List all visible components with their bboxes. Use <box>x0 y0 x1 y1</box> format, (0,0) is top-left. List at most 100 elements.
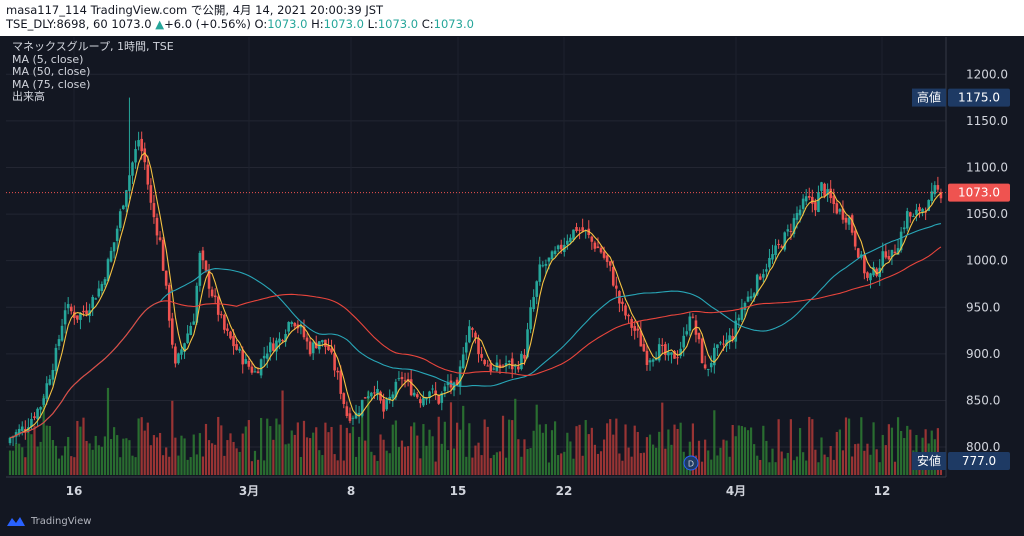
candle-body <box>771 254 774 260</box>
volume-bar <box>532 430 535 475</box>
volume-bar <box>759 459 762 475</box>
volume-bar <box>737 425 740 475</box>
candle-body <box>290 322 294 325</box>
volume-bar <box>866 443 869 475</box>
volume-bar <box>309 438 312 475</box>
candle-body <box>403 380 407 382</box>
volume-bar <box>400 440 404 475</box>
legend-title[interactable]: マネックスグループ, 1時間, TSE <box>12 40 174 54</box>
candle-body <box>483 359 486 365</box>
candle-body <box>700 338 704 364</box>
volume-bar <box>676 428 679 475</box>
candle-body <box>363 397 367 399</box>
volume-bar <box>878 462 881 475</box>
volume-bar <box>826 457 829 475</box>
candle-body <box>235 344 238 350</box>
volume-bar <box>459 429 462 475</box>
candle-body <box>272 343 275 351</box>
volume-bar <box>312 432 315 475</box>
candle-body <box>688 316 692 331</box>
volume-bar <box>88 443 91 475</box>
volume-bar <box>517 439 520 475</box>
close-value: 1073.0 <box>433 17 474 31</box>
candle-body <box>737 317 741 321</box>
volume-bar <box>220 425 223 475</box>
candle-body <box>336 370 339 373</box>
volume-bar <box>572 458 575 475</box>
volume-bar <box>590 427 593 475</box>
volume-bar <box>376 460 379 475</box>
volume-bar <box>906 425 909 475</box>
candle-body <box>486 365 490 367</box>
volume-bar <box>719 447 722 475</box>
volume-bar <box>639 453 642 475</box>
volume-bar <box>832 459 835 475</box>
candle-body <box>480 354 483 358</box>
volume-bar <box>106 387 110 475</box>
volume-bar <box>462 405 465 475</box>
candle-body <box>412 392 416 396</box>
volume-bar <box>388 453 391 475</box>
legend-ma50[interactable]: MA (50, close) <box>12 65 174 79</box>
candle-body <box>66 304 70 309</box>
price-change: +6.0 (+0.56%) <box>164 17 251 31</box>
candle-body <box>517 366 520 370</box>
candle-body <box>936 185 940 190</box>
volume-bar <box>8 450 12 475</box>
volume-bar <box>214 444 217 475</box>
candle-body <box>382 399 385 412</box>
candle-body <box>777 244 780 246</box>
volume-bar <box>802 452 805 475</box>
price-chart[interactable]: 800.0 850.0 900.0 950.0 1000.0 1050.0 1100.0 11… <box>6 37 1020 510</box>
volume-bar <box>97 445 100 475</box>
x-tick-label: 22 <box>556 484 573 498</box>
candle-body <box>259 359 263 376</box>
candle-body <box>538 264 542 282</box>
volume-bar <box>152 435 156 475</box>
volume-bar <box>109 439 113 475</box>
candle-body <box>786 229 790 232</box>
candle-body <box>765 269 768 272</box>
tradingview-logo[interactable]: TradingView <box>6 515 91 527</box>
candle-body <box>161 239 165 271</box>
candle-body <box>223 314 226 330</box>
candle-body <box>817 192 820 213</box>
volume-bar <box>667 429 670 475</box>
volume-bar <box>768 462 771 475</box>
volume-bar <box>370 451 373 475</box>
volume-bar <box>211 443 214 475</box>
volume-bar <box>557 455 560 475</box>
volume-bar <box>428 429 431 475</box>
volume-bar <box>183 438 186 475</box>
candle-body <box>468 326 471 343</box>
volume-bar <box>296 422 299 475</box>
candle-body <box>636 328 640 331</box>
volume-bar <box>281 390 284 475</box>
candle-body <box>85 310 88 315</box>
volume-bar <box>103 436 107 475</box>
candle-body <box>474 332 477 338</box>
candle-body <box>256 371 260 374</box>
volume-bar <box>697 440 701 475</box>
volume-bar <box>774 462 777 475</box>
chart-area[interactable]: 800.0 850.0 900.0 950.0 1000.0 1050.0 1100.0 11… <box>6 37 1020 510</box>
volume-bar <box>137 418 140 475</box>
candle-body <box>415 394 419 398</box>
candle-body <box>581 227 584 232</box>
volume-bar <box>275 418 278 475</box>
legend-volume[interactable]: 出来高 <box>12 90 174 104</box>
volume-bar <box>651 444 655 475</box>
candle-body <box>97 288 101 297</box>
close-label: C: <box>421 17 434 31</box>
volume-bar <box>165 447 168 475</box>
volume-bar <box>45 425 48 475</box>
candle-body <box>918 207 921 212</box>
volume-bar <box>76 420 79 475</box>
y-tick-label: 1200.0 <box>966 67 1008 81</box>
candle-body <box>308 341 312 355</box>
volume-bar <box>342 460 345 475</box>
candle-body <box>909 212 912 217</box>
volume-bar <box>158 432 162 475</box>
chart-header: masa117_114 TradingView.com で公開, 4月 14, … <box>0 0 1024 36</box>
volume-bar <box>814 449 817 475</box>
